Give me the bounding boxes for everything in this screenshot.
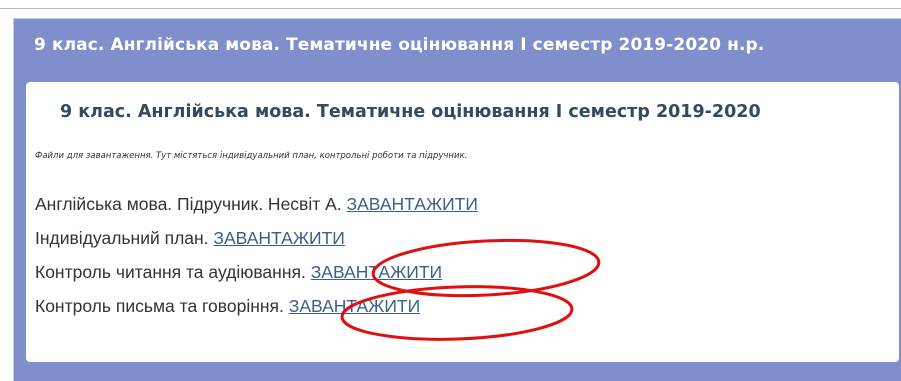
list-item-individual-plan: Індивідуальний план. ЗАВАНТАЖИТИ	[35, 228, 345, 249]
download-link-textbook[interactable]: ЗАВАНТАЖИТИ	[347, 194, 478, 214]
list-item-reading-listening: Контроль читання та аудіювання. ЗАВАНТАЖ…	[35, 262, 442, 283]
card-title: 9 клас. Англійська мова. Тематичне оціню…	[60, 102, 761, 122]
card-description: Файли для завантаження. Тут містяться ін…	[35, 151, 468, 161]
download-link-writing-speaking[interactable]: ЗАВАНТАЖИТИ	[289, 296, 420, 316]
download-link-individual-plan[interactable]: ЗАВАНТАЖИТИ	[213, 228, 344, 248]
download-link-reading-listening[interactable]: ЗАВАНТАЖИТИ	[311, 262, 442, 282]
content-card: 9 клас. Англійська мова. Тематичне оціню…	[26, 82, 899, 362]
list-item-label: Контроль читання та аудіювання.	[35, 262, 311, 282]
list-item-label: Англійська мова. Підручник. Несвіт А.	[35, 194, 347, 214]
list-item-textbook: Англійська мова. Підручник. Несвіт А. ЗА…	[35, 194, 478, 215]
course-panel: 9 клас. Англійська мова. Тематичне оціню…	[13, 18, 901, 381]
list-item-writing-speaking: Контроль письма та говоріння. ЗАВАНТАЖИТ…	[35, 296, 420, 317]
panel-title: 9 клас. Англійська мова. Тематичне оціню…	[34, 35, 765, 55]
top-divider	[0, 8, 901, 9]
list-item-label: Індивідуальний план.	[35, 228, 214, 248]
list-item-label: Контроль письма та говоріння.	[35, 296, 289, 316]
